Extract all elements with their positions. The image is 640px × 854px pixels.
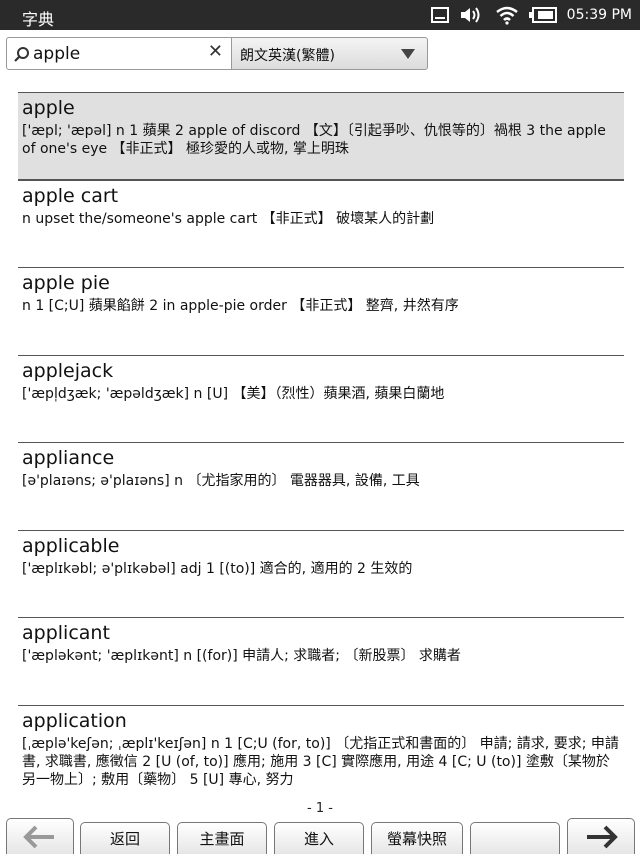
entry-definition: ['æpl̩dʒæk; 'æpəldʒæk] n [U] 【美】（烈性）蘋果酒,… [22,385,445,402]
search-bar: ✕ 朗文英漢(繁體) [0,30,640,82]
entry-word: apple [22,97,75,119]
list-item[interactable]: apple pie n 1 [C;U] 蘋果餡餅 2 in apple-pie … [18,267,624,355]
list-item[interactable]: apple ['æpl; 'æpəl] n 1 蘋果 2 apple of di… [18,92,624,180]
prev-page-button[interactable] [6,818,74,854]
entry-word: apple pie [22,272,110,294]
entry-word: applicable [22,534,120,557]
entry-definition: n upset the/someone's apple cart 【非正式】 破… [22,210,435,227]
app-title: 字典 [22,10,55,29]
entry-definition: [ə'plaɪəns; ə'plaɪəns] n 〔尤指家用的〕 電器器具, 設… [22,473,420,489]
arrow-left-icon [23,825,54,849]
dropdown-arrow-icon [401,49,415,59]
screenshot-button[interactable]: 螢幕快照 [371,822,463,854]
list-item[interactable]: application [ˌæplə'keʃən; ˌæplɪ'keɪʃən] … [18,704,624,793]
back-button[interactable]: 返回 [80,822,170,854]
entry-word: applejack [22,359,114,382]
entry-word: apple cart [22,184,119,207]
list-item[interactable]: applicable ['æplɪkəbl; ə'plɪkəbəl] adj 1… [18,529,624,618]
wifi-icon [495,6,518,25]
clock: 05:39 PM [566,7,632,23]
list-item[interactable]: apple cart n upset the/someone's apple c… [18,179,624,268]
entry-definition: ['æpl; 'æpəl] n 1 蘋果 2 apple of discord … [22,123,606,157]
search-box: ✕ [6,37,232,70]
volume-icon[interactable] [459,5,485,25]
list-item[interactable]: applicant ['æpləkənt; 'æplɪkənt] n [(for… [18,617,624,705]
entry-definition: n 1 [C;U] 蘋果餡餅 2 in apple-pie order 【非正式… [22,298,459,314]
next-page-button[interactable] [567,818,635,854]
page-number: - 1 - [307,801,333,816]
entry-definition: ['æpləkənt; 'æplɪkənt] n [(for)] 申請人; 求職… [22,648,461,664]
search-icon [14,47,29,62]
entry-definition: ['æplɪkəbl; ə'plɪkəbəl] adj 1 [(to)] 適合的… [22,560,413,577]
enter-button[interactable]: 進入 [274,822,364,854]
search-input[interactable] [33,42,203,66]
status-bar: 字典 05:39 PM [0,0,640,30]
dictionary-select[interactable]: 朗文英漢(繁體) [232,37,428,70]
list-item[interactable]: applejack ['æpl̩dʒæk; 'æpəldʒæk] n [U] 【… [18,354,624,443]
bottom-nav: 返回 主畫面 進入 螢幕快照 [0,818,640,854]
entry-word: appliance [22,447,115,469]
home-button[interactable]: 主畫面 [177,822,267,854]
list-item[interactable]: appliance [ə'plaɪəns; ə'plaɪəns] n 〔尤指家用… [18,442,624,530]
entry-definition: [ˌæplə'keʃən; ˌæplɪ'keɪʃən] n 1 [C;U (fo… [22,735,619,788]
dictionary-label: 朗文英漢(繁體) [240,48,335,64]
status-icons: 05:39 PM [430,4,632,26]
keyboard-icon[interactable] [430,7,449,23]
clear-icon[interactable]: ✕ [208,41,223,62]
blank-button[interactable] [470,822,560,854]
entry-word: application [22,709,127,732]
arrow-right-icon [587,825,618,849]
results-list: apple ['æpl; 'æpəl] n 1 蘋果 2 apple of di… [18,92,624,792]
battery-icon [528,7,557,23]
entry-word: applicant [22,622,110,644]
